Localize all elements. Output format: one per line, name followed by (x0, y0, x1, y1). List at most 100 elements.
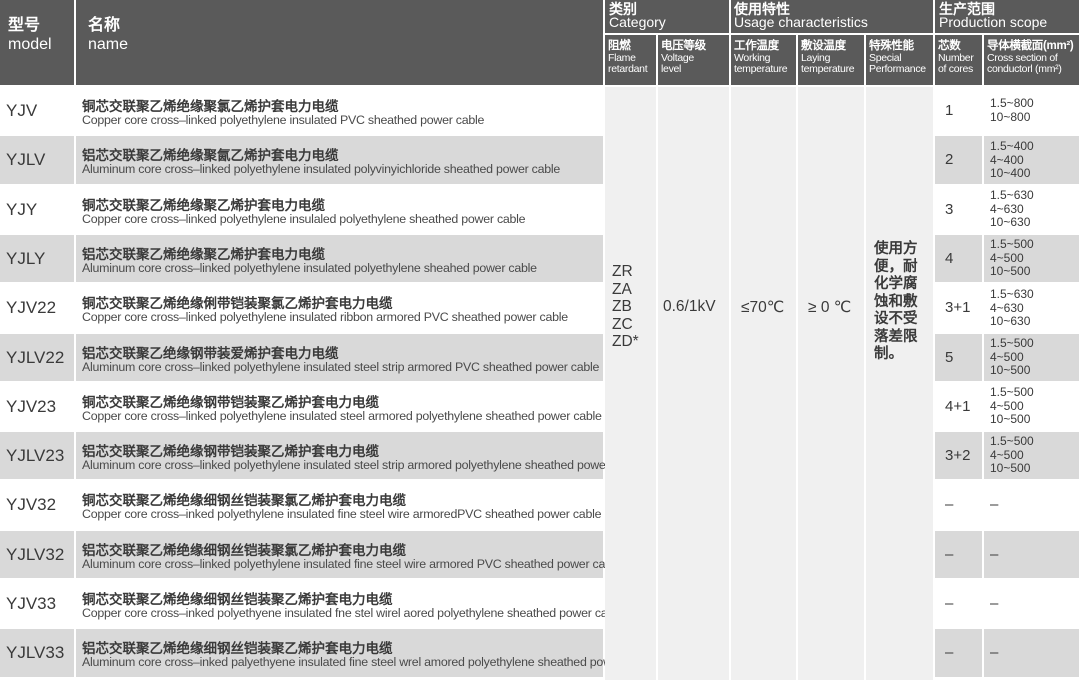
cross-section-value: 1.5~800 (990, 96, 1034, 110)
cross-section-value: 10~500 (990, 461, 1031, 475)
cross-section-value: 10~500 (990, 264, 1031, 278)
subheader-number-of-cores-en2: of cores (938, 63, 973, 75)
model-code: YJLV33 (6, 643, 65, 662)
cable-name-cn: 铝芯交联聚乙烯绝缘细钢丝铠装聚氯乙烯护套电力电缆 (82, 543, 406, 558)
cross-section-value: 1.5~500 (990, 385, 1034, 399)
table-row-section-cell: 1.5~800 10~800 (984, 87, 1079, 134)
cores-value: – (945, 496, 954, 513)
table-row-model-cell: YJLV23 (0, 432, 74, 479)
cross-section-value: – (990, 644, 999, 661)
special-performance-line: 化学腐 (874, 276, 918, 292)
header-model-en: model (8, 36, 52, 53)
cable-name-cn: 铜芯交联聚乙烯绝缘细钢丝铠装聚乙烯护套电力电缆 (82, 592, 393, 607)
cable-name-cn: 铝芯交联聚乙绝缘钢带装爱烯护套电力电缆 (82, 346, 339, 361)
cores-value: 1 (945, 102, 954, 119)
flame-grade-zr: ZR (612, 263, 633, 280)
cable-name-cn: 铝芯交联聚乙烯绝缘细钢丝铠装聚乙烯护套电力电缆 (82, 641, 393, 656)
model-code: YJV (6, 101, 38, 120)
flame-grade-list: ZR ZA ZB ZC ZD* (612, 263, 652, 351)
table-row-name-cell: 铜芯交联聚乙烯绝缘细钢丝铠装聚乙烯护套电力电缆 Copper core cross… (76, 580, 623, 627)
subheader-cross-section: 导体横截面(mm²) Cross section of conductorl (mm… (984, 35, 1079, 85)
working-temp-cell (731, 87, 796, 680)
model-code: YJV22 (6, 298, 57, 317)
model-code: YJLV22 (6, 348, 65, 367)
subheader-laying-temperature-en2: temperature (801, 63, 855, 75)
model-code: YJLV23 (6, 446, 65, 465)
subheader-number-of-cores: 芯数 Number of cores (935, 35, 982, 85)
cross-section-value: 1.5~400 (990, 139, 1034, 153)
table-row-section-cell: 1.5~500 4~500 10~500 (984, 432, 1079, 479)
cable-name-en: Copper core cross–linked polyethylene in… (82, 212, 526, 226)
table-row-cores-cell: 3+1 (935, 284, 982, 332)
cross-section-value: 4~400 (990, 152, 1024, 167)
table-row-section-cell: – (984, 580, 1079, 627)
cores-value: 4+1 (945, 398, 971, 415)
header-production-en: Production scope (939, 14, 1048, 30)
cable-name-cn: 铜芯交联聚乙烯绝缘俐带铠装聚氯乙烯护套电力电缆 (82, 296, 393, 311)
cross-section-value: 4~500 (990, 250, 1024, 265)
table-row-cores-cell: – (935, 531, 982, 578)
table-row-model-cell: YJV (0, 87, 74, 134)
cores-value: 4 (945, 250, 954, 267)
subheader-flame-retardant-en2: retardant (608, 63, 648, 75)
table-row-cores-cell: 1 (935, 87, 982, 134)
table-row-model-cell: YJLV22 (0, 334, 74, 381)
cable-name-cn: 铜芯交联聚乙烯绝缘钢带铠装聚乙烯护套电力电缆 (82, 395, 379, 410)
cable-name-en: Aluminum core cross–linked polyethylene … (82, 261, 537, 275)
table-row-section-cell: 1.5~500 4~500 10~500 (984, 235, 1079, 282)
model-code: YJV33 (6, 594, 57, 613)
header-name-en: name (88, 36, 129, 53)
table-row-cores-cell: 3 (935, 186, 982, 233)
laying-temp-value: ≥ 0 ℃ (808, 299, 852, 316)
table-row-name-cell: 铜芯交联聚乙烯绝缘俐带铠装聚氯乙烯护套电力电缆 Copper core cross… (76, 284, 603, 332)
cores-value: 5 (945, 349, 954, 366)
table-row-cores-cell: – (935, 481, 982, 529)
table-row-section-cell: – (984, 629, 1079, 677)
special-performance-line: 落差限 (874, 328, 918, 345)
cable-name-en: Copper core cross–inked polyethyene insu… (82, 606, 624, 620)
cable-name-en: Aluminum core cross–linked polyethylene … (82, 557, 621, 571)
flame-grade-zc: ZC (612, 315, 633, 333)
subheader-laying-temperature: 敷设温度 Laying temperature (798, 35, 864, 85)
cable-name-en: Aluminum core cross–inked palyethyene in… (82, 655, 654, 669)
subheader-working-temperature: 工作温度 Working temperature (731, 35, 796, 85)
cable-name-en: Copper core cross–linked polyethylene in… (82, 409, 602, 423)
table-row-cores-cell: 4+1 (935, 383, 982, 430)
cross-section-value: 1.5~500 (990, 237, 1034, 251)
model-code: YJLV (6, 150, 46, 169)
table-row-name-cell: 铝芯交联聚乙绝缘钢带装爱烯护套电力电缆 Aluminum core cross–l… (76, 334, 603, 381)
table-row-model-cell: YJV32 (0, 481, 74, 529)
table-row-name-cell: 铝芯交联聚乙烯绝缘细钢丝铠装聚乙烯护套电力电缆 Aluminum core cro… (76, 629, 654, 677)
subheader-special-performance-en2: Performance (869, 63, 926, 75)
cross-section-value: 10~500 (990, 363, 1031, 377)
table-row-section-cell: 1.5~500 4~500 10~500 (984, 334, 1079, 381)
cores-value: – (945, 546, 954, 563)
cross-section-value: 1.5~500 (990, 336, 1034, 350)
special-performance-cell (866, 87, 933, 680)
special-performance-text: 使用方 便，耐 化学腐 蚀和敷 设不受 落差限 制。 (874, 241, 930, 364)
subheader-flame-retardant: 阻燃 Flame retardant (605, 35, 656, 85)
table-row-cores-cell: 4 (935, 235, 982, 282)
flame-retardant-cell (605, 87, 656, 680)
table-row-name-cell: 铝芯交联聚乙烯绝缘钢带铠装聚乙烯护套电力电缆 Aluminum core cros… (76, 432, 641, 479)
cross-section-value: 4~500 (990, 349, 1024, 364)
table-row-cores-cell: – (935, 629, 982, 677)
cores-value: 3+2 (945, 447, 971, 464)
cross-section-value: 10~400 (990, 166, 1031, 180)
flame-grade-zd: ZD* (612, 333, 639, 350)
table-row-name-cell: 铝芯交联聚乙烯绝缘细钢丝铠装聚氯乙烯护套电力电缆 Aluminum core cr… (76, 531, 621, 578)
cross-section-value: – (990, 546, 999, 563)
cable-name-en: Aluminum core cross–linked polyethylene … (82, 360, 600, 374)
cable-name-en: Copper core cross–linked polyethylene in… (82, 310, 568, 324)
table-row-model-cell: YJLV (0, 136, 74, 184)
cable-name-cn: 铝芯交联聚乙烯绝缘聚氤乙烯护套电力电缆 (82, 148, 339, 163)
table-row-section-cell: – (984, 531, 1079, 578)
laying-temp-cell (798, 87, 864, 680)
cross-section-value: 10~630 (990, 215, 1031, 229)
header-model-cn: 型号 (8, 17, 41, 34)
table-row-name-cell: 铜芯交联聚乙烯绝缘钢带铠装聚乙烯护套电力电缆 Copper core cross–… (76, 383, 603, 430)
table-row-section-cell: 1.5~400 4~400 10~400 (984, 136, 1079, 184)
header-name-cn: 名称 (88, 17, 121, 34)
cable-name-cn: 铜芯交联聚乙烯绝缘聚氯乙烯护套电力电缆 (82, 99, 339, 114)
table-row-section-cell: 1.5~630 4~630 10~630 (984, 186, 1079, 233)
